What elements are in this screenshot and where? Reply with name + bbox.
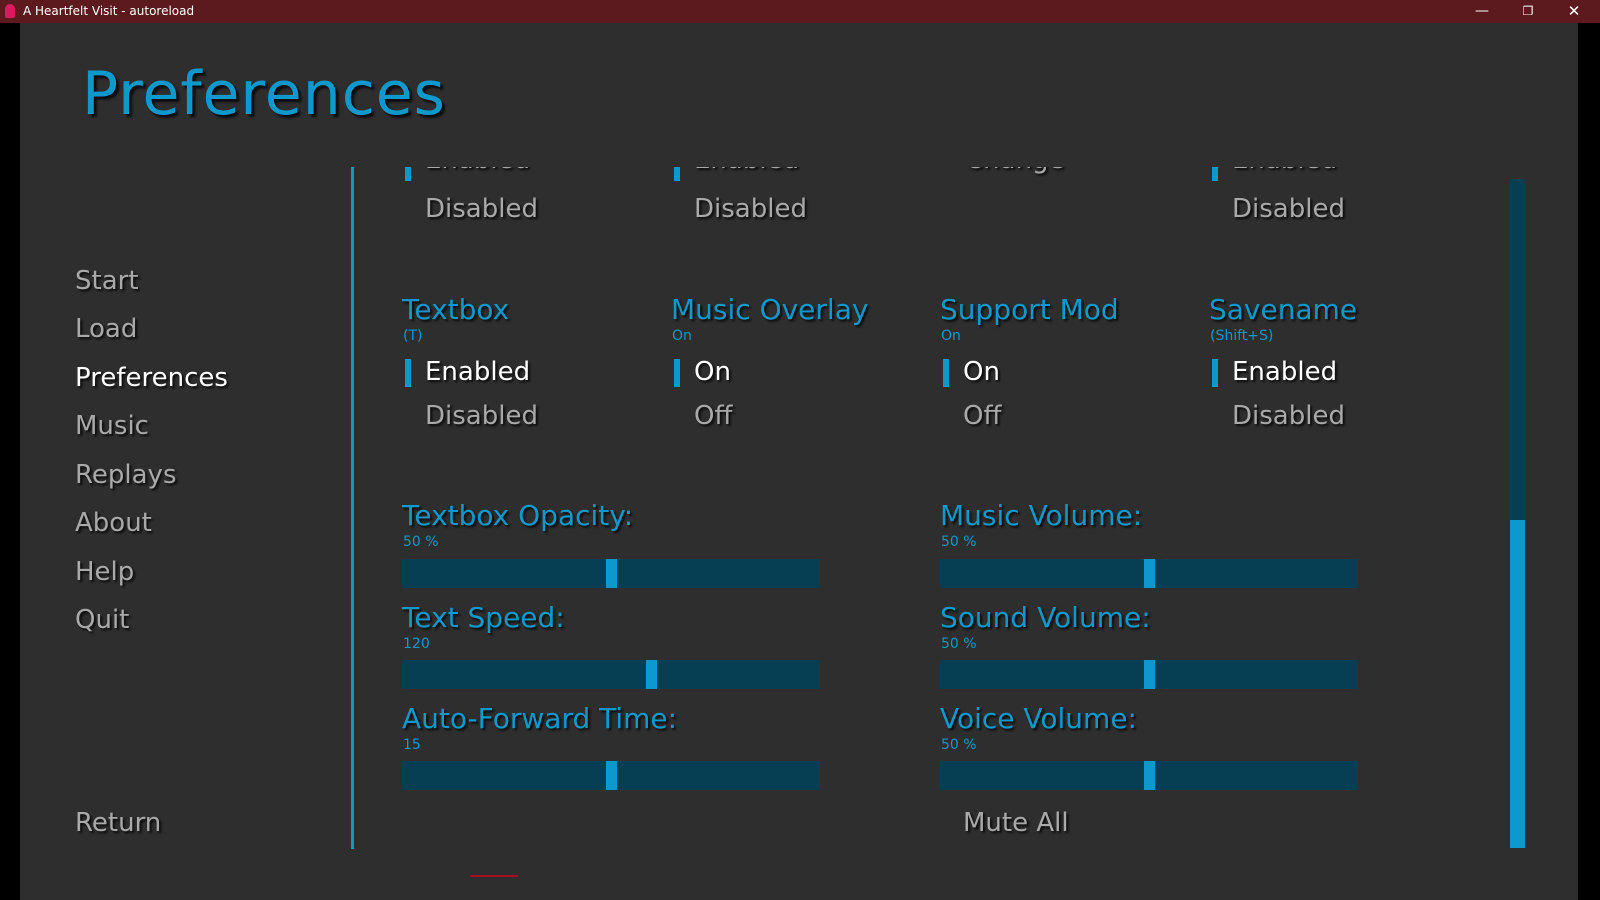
voice-volume-value: 50 % — [941, 737, 977, 753]
window-titlebar: A Heartfelt Visit - autoreload — ❐ ✕ — [0, 0, 1600, 23]
nav-return[interactable]: Return — [75, 808, 161, 838]
text-speed-value: 120 — [403, 636, 430, 652]
window-title: A Heartfelt Visit - autoreload — [23, 4, 195, 18]
music-volume-slider[interactable] — [940, 559, 1358, 588]
textbox-hotkey: (T) — [403, 328, 423, 344]
sound-volume-slider[interactable] — [940, 660, 1358, 689]
support-mod-on-option[interactable]: On — [963, 357, 1000, 387]
textbox-title: Textbox — [402, 293, 510, 326]
selection-indicator — [1212, 359, 1218, 387]
selection-indicator — [405, 167, 411, 181]
selection-indicator — [674, 359, 680, 387]
textbox-opacity-label: Textbox Opacity: — [402, 499, 634, 532]
nav-replays[interactable]: Replays — [75, 460, 177, 490]
support-mod-title: Support Mod — [940, 293, 1119, 326]
page-title: Preferences — [82, 59, 446, 129]
savename-title: Savename — [1209, 293, 1358, 326]
nav-about[interactable]: About — [75, 508, 152, 538]
music-overlay-off-option[interactable]: Off — [694, 401, 732, 431]
nav-divider — [351, 167, 354, 849]
text-speed-label: Text Speed: — [402, 601, 565, 634]
sound-volume-value: 50 % — [941, 636, 977, 652]
textbox-enabled-option[interactable]: Enabled — [425, 357, 530, 387]
savename-hotkey: (Shift+S) — [1210, 328, 1274, 344]
bottom-accent-line — [470, 875, 518, 877]
game-screen: Preferences Start Load Preferences Music… — [20, 23, 1578, 900]
savename-enabled-option[interactable]: Enabled — [1232, 357, 1337, 387]
sound-volume-label: Sound Volume: — [940, 601, 1151, 634]
slider-thumb[interactable] — [606, 761, 617, 790]
slider-thumb[interactable] — [646, 660, 657, 689]
close-button[interactable]: ✕ — [1552, 0, 1596, 23]
slider-thumb[interactable] — [606, 559, 617, 588]
option-enabled-cut[interactable]: Enabled — [694, 167, 799, 175]
nav-preferences[interactable]: Preferences — [75, 363, 228, 393]
nav-load[interactable]: Load — [75, 314, 137, 344]
nav-help[interactable]: Help — [75, 557, 134, 587]
text-speed-slider[interactable] — [402, 660, 820, 689]
textbox-opacity-slider[interactable] — [402, 559, 820, 588]
auto-forward-value: 15 — [403, 737, 421, 753]
selection-indicator — [405, 359, 411, 387]
option-disabled[interactable]: Disabled — [1232, 194, 1345, 224]
maximize-button[interactable]: ❐ — [1506, 0, 1550, 23]
textbox-disabled-option[interactable]: Disabled — [425, 401, 538, 431]
music-volume-label: Music Volume: — [940, 499, 1143, 532]
support-mod-off-option[interactable]: Off — [963, 401, 1001, 431]
music-overlay-on-option[interactable]: On — [694, 357, 731, 387]
music-volume-value: 50 % — [941, 534, 977, 550]
voice-volume-slider[interactable] — [940, 761, 1358, 790]
option-disabled[interactable]: Disabled — [694, 194, 807, 224]
option-disabled[interactable]: Disabled — [425, 194, 538, 224]
auto-forward-label: Auto-Forward Time: — [402, 702, 678, 735]
nav-music[interactable]: Music — [75, 411, 149, 441]
textbox-opacity-value: 50 % — [403, 534, 439, 550]
auto-forward-slider[interactable] — [402, 761, 820, 790]
option-enabled-cut[interactable]: Enabled — [1232, 167, 1337, 175]
selection-indicator — [674, 167, 680, 181]
nav-quit[interactable]: Quit — [75, 605, 129, 635]
app-heart-icon — [5, 4, 15, 18]
option-enabled-cut[interactable]: Enabled — [425, 167, 530, 175]
nav-start[interactable]: Start — [75, 266, 139, 296]
selection-indicator — [1212, 167, 1218, 181]
selection-indicator — [943, 359, 949, 387]
slider-thumb[interactable] — [1144, 660, 1155, 689]
music-overlay-title: Music Overlay — [671, 293, 869, 326]
music-overlay-status: On — [672, 328, 692, 344]
savename-disabled-option[interactable]: Disabled — [1232, 401, 1345, 431]
option-change-cut[interactable]: Change — [965, 167, 1065, 175]
preferences-scrollbar[interactable] — [1510, 179, 1525, 848]
minimize-button[interactable]: — — [1460, 0, 1504, 23]
voice-volume-label: Voice Volume: — [940, 702, 1137, 735]
mute-all-button[interactable]: Mute All — [963, 808, 1069, 838]
slider-thumb[interactable] — [1144, 761, 1155, 790]
slider-thumb[interactable] — [1144, 559, 1155, 588]
scrollbar-thumb[interactable] — [1510, 520, 1525, 848]
support-mod-status: On — [941, 328, 961, 344]
